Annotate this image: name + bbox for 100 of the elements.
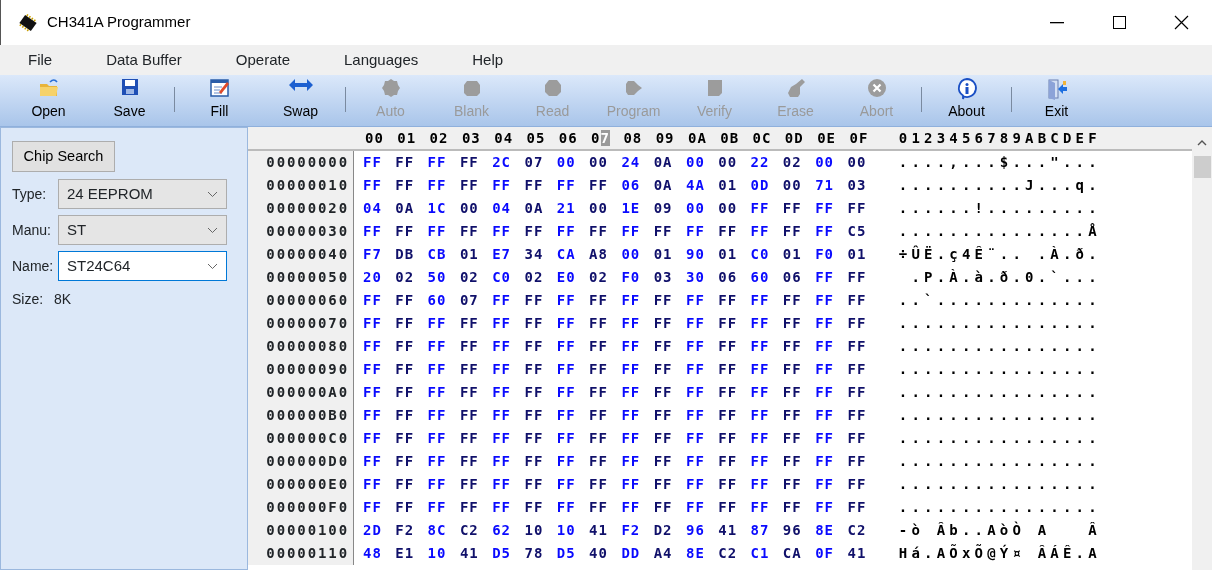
- hex-byte: FF: [717, 406, 739, 425]
- hex-byte: FF: [684, 314, 706, 333]
- hex-byte: FF: [749, 406, 771, 425]
- folder-icon: [37, 78, 60, 98]
- hex-byte: FF: [523, 429, 545, 448]
- chip-search-button[interactable]: Chip Search: [12, 141, 115, 172]
- hex-byte: FF: [749, 337, 771, 356]
- hex-byte: 90: [684, 245, 706, 264]
- hex-byte: FF: [362, 383, 383, 402]
- hex-byte: FF: [523, 291, 545, 310]
- dropdown[interactable]: ST24C64: [58, 251, 227, 281]
- column-header: 0F: [848, 128, 870, 148]
- hex-byte: FF: [684, 337, 706, 356]
- hex-byte: FF: [458, 314, 480, 333]
- hex-byte: E1: [394, 544, 416, 563]
- hex-byte: FF: [620, 498, 642, 517]
- hex-byte: FF: [426, 383, 448, 402]
- hex-byte: FF: [717, 222, 739, 241]
- hex-byte: 06: [781, 268, 803, 287]
- hex-byte: FF: [684, 475, 706, 494]
- hex-byte: FF: [588, 452, 609, 471]
- hex-byte: FF: [846, 337, 868, 356]
- column-header: 00: [364, 128, 385, 148]
- hex-byte: FF: [458, 383, 480, 402]
- address-cell: 00000110: [248, 542, 354, 565]
- hex-byte: FF: [588, 176, 609, 195]
- hex-byte: FF: [394, 337, 416, 356]
- menu-item[interactable]: Operate: [223, 48, 302, 72]
- hex-byte: FF: [426, 406, 448, 425]
- hex-byte: FF: [652, 360, 674, 379]
- ascii-text: ..`.............: [897, 291, 1102, 310]
- toolbar-button[interactable]: Fill: [179, 75, 260, 126]
- toolbar-button[interactable]: About: [926, 75, 1007, 126]
- hex-byte: 01: [781, 245, 803, 264]
- menu-item[interactable]: Help: [460, 48, 516, 72]
- hex-byte: E7: [491, 245, 513, 264]
- hex-byte: FF: [362, 176, 383, 195]
- hex-byte: FF: [491, 314, 513, 333]
- hex-byte: FF: [652, 314, 674, 333]
- address-cell: 00000070: [248, 312, 354, 335]
- hex-byte: FF: [717, 498, 739, 517]
- hex-byte: FF: [620, 337, 642, 356]
- hex-byte: 10: [523, 521, 545, 540]
- caret-icon: [207, 226, 218, 234]
- scroll-up-icon[interactable]: [1197, 139, 1207, 147]
- maximize-icon[interactable]: [1112, 16, 1126, 29]
- hex-byte: FF: [588, 429, 609, 448]
- hex-byte: FF: [749, 199, 771, 218]
- menu-item[interactable]: Data Buffer: [94, 48, 194, 72]
- hex-byte: 00: [846, 153, 868, 172]
- hex-byte: FF: [555, 475, 577, 494]
- hex-byte: 00: [588, 199, 609, 218]
- hex-byte: FF: [814, 291, 835, 310]
- scrollbar-thumb[interactable]: [1193, 156, 1211, 178]
- hex-byte: FF: [362, 406, 383, 425]
- hex-byte: 02: [394, 268, 416, 287]
- dropdown[interactable]: ST: [58, 215, 227, 245]
- hex-byte: FF: [846, 406, 868, 425]
- hex-byte: 22: [749, 153, 771, 172]
- ascii-text: ................: [897, 406, 1102, 425]
- hex-byte: 8C: [426, 521, 448, 540]
- hex-byte: FF: [362, 429, 383, 448]
- toolbar-button[interactable]: Open: [8, 75, 89, 126]
- toolbar-button[interactable]: Exit: [1016, 75, 1097, 126]
- ascii-text: ................: [897, 314, 1102, 333]
- hex-byte: FF: [555, 406, 577, 425]
- minimize-icon[interactable]: [1050, 21, 1064, 24]
- menu-item[interactable]: Languages: [332, 48, 431, 72]
- hex-byte: DD: [620, 544, 642, 563]
- address-cell: 000000D0: [248, 450, 354, 473]
- hex-byte: FF: [652, 475, 674, 494]
- address-cell: 00000050: [248, 266, 354, 289]
- close-icon[interactable]: [1173, 15, 1189, 30]
- address-cell: 000000A0: [248, 381, 354, 404]
- hex-byte: FF: [426, 429, 448, 448]
- hex-byte: 0F: [814, 544, 835, 563]
- hex-byte: FF: [426, 498, 448, 517]
- hex-byte: DB: [394, 245, 416, 264]
- hex-byte: FF: [426, 360, 448, 379]
- hex-byte: FF: [620, 429, 642, 448]
- toolbar-button[interactable]: Save: [89, 75, 170, 126]
- hex-byte: FF: [555, 429, 577, 448]
- hex-byte: FF: [491, 406, 513, 425]
- ascii-text: ......!.........: [897, 199, 1102, 218]
- hex-byte: 06: [717, 268, 739, 287]
- size-label: Size:: [12, 290, 45, 309]
- hex-byte: FF: [362, 360, 383, 379]
- hex-byte: 02: [458, 268, 480, 287]
- hex-byte: FF: [394, 429, 416, 448]
- hex-byte: D2: [652, 521, 674, 540]
- hex-byte: 00: [814, 153, 835, 172]
- column-header: 0D: [783, 128, 805, 148]
- hex-byte: FF: [652, 498, 674, 517]
- hex-byte: 10: [555, 521, 577, 540]
- column-header: 0C: [751, 128, 773, 148]
- dropdown[interactable]: 24 EEPROM: [58, 179, 227, 209]
- hex-byte: 96: [684, 521, 706, 540]
- double-arrow-icon: [287, 78, 314, 92]
- toolbar-button[interactable]: Swap: [260, 75, 341, 126]
- menu-item[interactable]: File: [16, 48, 65, 72]
